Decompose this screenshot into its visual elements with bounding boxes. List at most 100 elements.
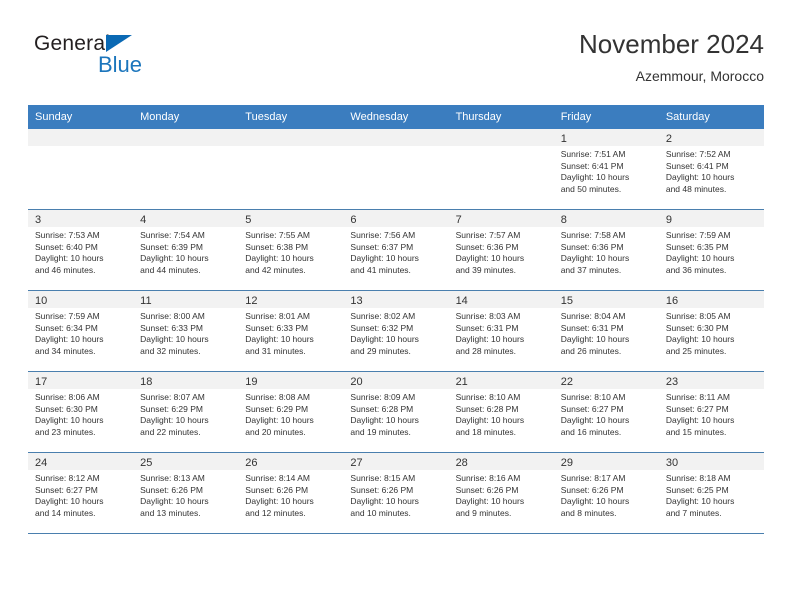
- day-details: Sunrise: 8:11 AM Sunset: 6:27 PM Daylight:…: [659, 389, 764, 438]
- calendar-cell-day[interactable]: 18 Sunrise: 8:07 AM Sunset: 6:29 PM Dayligh…: [133, 371, 239, 453]
- day-details: Sunrise: 8:02 AM Sunset: 6:32 PM Daylight:…: [343, 308, 448, 357]
- calendar-cell-day[interactable]: 7 Sunrise: 7:57 AM Sunset: 6:36 PM Daylight…: [448, 209, 554, 291]
- cell-inner: 7 Sunrise: 7:57 AM Sunset: 6:36 PM Daylight…: [448, 210, 554, 290]
- day-detail-line: Sunrise: 8:07 AM: [140, 392, 205, 402]
- calendar-page: General Blue November 2024 Azemmour, Mor…: [0, 0, 792, 612]
- day-detail-line: Sunset: 6:28 PM: [455, 403, 519, 414]
- logo-text-blue: Blue: [98, 52, 143, 77]
- cell-inner: 1 Sunrise: 7:51 AM Sunset: 6:41 PM Daylight…: [553, 129, 659, 209]
- day-details: Sunrise: 7:51 AM Sunset: 6:41 PM Daylight:…: [554, 146, 659, 195]
- calendar-cell-day[interactable]: 22 Sunrise: 8:10 AM Sunset: 6:27 PM Dayligh…: [553, 371, 659, 453]
- day-number-strip: 18: [133, 372, 239, 389]
- calendar-cell-day[interactable]: 1 Sunrise: 7:51 AM Sunset: 6:41 PM Daylight…: [553, 129, 659, 210]
- calendar-cell-day[interactable]: 16 Sunrise: 8:05 AM Sunset: 6:30 PM Dayligh…: [658, 290, 764, 372]
- day-number: 8: [560, 214, 567, 226]
- day-detail-line: Daylight: 10 hours: [350, 496, 419, 507]
- cell-inner: 25 Sunrise: 8:13 AM Sunset: 6:26 PM Dayligh…: [133, 453, 239, 533]
- day-number-strip: [28, 129, 134, 146]
- calendar-cell-day[interactable]: 4 Sunrise: 7:54 AM Sunset: 6:39 PM Daylight…: [133, 209, 239, 291]
- day-number-strip: 7: [448, 210, 554, 227]
- day-detail-line: and 29 minutes.: [350, 345, 411, 356]
- calendar-cell-day[interactable]: 26 Sunrise: 8:14 AM Sunset: 6:26 PM Dayligh…: [238, 452, 344, 534]
- day-detail-line: Sunset: 6:36 PM: [455, 241, 519, 252]
- day-number-strip: 4: [133, 210, 239, 227]
- calendar-cell-day[interactable]: 21 Sunrise: 8:10 AM Sunset: 6:28 PM Dayligh…: [448, 371, 554, 453]
- calendar-cell-day[interactable]: 17 Sunrise: 8:06 AM Sunset: 6:30 PM Dayligh…: [28, 371, 134, 453]
- cell-inner: 11 Sunrise: 8:00 AM Sunset: 6:33 PM Dayligh…: [133, 291, 239, 371]
- day-detail-line: and 9 minutes.: [455, 507, 512, 518]
- calendar-cell-day[interactable]: 8 Sunrise: 7:58 AM Sunset: 6:36 PM Daylight…: [553, 209, 659, 291]
- calendar-cell-day[interactable]: 19 Sunrise: 8:08 AM Sunset: 6:29 PM Dayligh…: [238, 371, 344, 453]
- calendar-cell-day[interactable]: 13 Sunrise: 8:02 AM Sunset: 6:32 PM Dayligh…: [343, 290, 449, 372]
- cell-inner: 18 Sunrise: 8:07 AM Sunset: 6:29 PM Dayligh…: [133, 372, 239, 452]
- calendar-cell-day[interactable]: 25 Sunrise: 8:13 AM Sunset: 6:26 PM Dayligh…: [133, 452, 239, 534]
- general-blue-logo[interactable]: General Blue: [34, 32, 214, 88]
- day-detail-line: and 41 minutes.: [350, 264, 411, 275]
- day-detail-line: Sunrise: 8:17 AM: [560, 473, 626, 483]
- day-detail-line: Daylight: 10 hours: [140, 415, 209, 426]
- day-detail-line: Daylight: 10 hours: [35, 334, 104, 345]
- day-detail-line: and 39 minutes.: [455, 264, 517, 275]
- day-detail-line: and 28 minutes.: [455, 345, 517, 356]
- day-number: 30: [665, 457, 679, 469]
- cell-inner: [28, 129, 134, 209]
- calendar-cell-day[interactable]: 27 Sunrise: 8:15 AM Sunset: 6:26 PM Dayligh…: [343, 452, 449, 534]
- calendar-cell-day[interactable]: 11 Sunrise: 8:00 AM Sunset: 6:33 PM Dayligh…: [133, 290, 239, 372]
- day-details: Sunrise: 8:15 AM Sunset: 6:26 PM Daylight:…: [343, 470, 448, 519]
- calendar-cell-day[interactable]: 3 Sunrise: 7:53 AM Sunset: 6:40 PM Daylight…: [28, 209, 134, 291]
- cell-inner: 5 Sunrise: 7:55 AM Sunset: 6:38 PM Daylight…: [238, 210, 344, 290]
- day-detail-line: Daylight: 10 hours: [665, 415, 735, 426]
- calendar-cell-day[interactable]: 28 Sunrise: 8:16 AM Sunset: 6:26 PM Dayligh…: [448, 452, 554, 534]
- calendar-cell-day[interactable]: 15 Sunrise: 8:04 AM Sunset: 6:31 PM Dayligh…: [553, 290, 659, 372]
- day-details: Sunrise: 7:54 AM Sunset: 6:39 PM Daylight:…: [133, 227, 238, 276]
- cell-inner: 6 Sunrise: 7:56 AM Sunset: 6:37 PM Daylight…: [343, 210, 449, 290]
- calendar-cell-day[interactable]: 29 Sunrise: 8:17 AM Sunset: 6:26 PM Dayligh…: [553, 452, 659, 534]
- calendar-week-row: 3 Sunrise: 7:53 AM Sunset: 6:40 PM Daylight…: [28, 209, 764, 291]
- calendar-cell-day[interactable]: 14 Sunrise: 8:03 AM Sunset: 6:31 PM Dayligh…: [448, 290, 554, 372]
- cell-inner: 28 Sunrise: 8:16 AM Sunset: 6:26 PM Dayligh…: [448, 453, 554, 533]
- day-detail-line: Sunset: 6:26 PM: [140, 484, 203, 495]
- day-details: Sunrise: 8:16 AM Sunset: 6:26 PM Daylight:…: [449, 470, 554, 519]
- calendar-body: 1 Sunrise: 7:51 AM Sunset: 6:41 PM Daylight…: [28, 129, 764, 534]
- day-details: Sunrise: 8:12 AM Sunset: 6:27 PM Daylight:…: [28, 470, 133, 519]
- day-number: 16: [665, 295, 679, 307]
- day-detail-line: Sunset: 6:35 PM: [665, 241, 729, 252]
- day-detail-line: Daylight: 10 hours: [665, 496, 735, 507]
- day-detail-line: Sunset: 6:39 PM: [140, 241, 203, 252]
- day-number: 14: [455, 295, 468, 307]
- day-detail-line: and 12 minutes.: [245, 507, 306, 518]
- day-detail-line: Sunset: 6:25 PM: [665, 484, 729, 495]
- day-number: 21: [455, 376, 468, 388]
- calendar-cell-day[interactable]: 30 Sunrise: 8:18 AM Sunset: 6:25 PM Dayligh…: [658, 452, 764, 534]
- day-detail-line: Sunrise: 8:06 AM: [35, 392, 100, 402]
- cell-inner: 19 Sunrise: 8:08 AM Sunset: 6:29 PM Dayligh…: [238, 372, 344, 452]
- calendar-cell-day[interactable]: 20 Sunrise: 8:09 AM Sunset: 6:28 PM Dayligh…: [343, 371, 449, 453]
- day-details: Sunrise: 8:13 AM Sunset: 6:26 PM Daylight:…: [133, 470, 238, 519]
- day-number: 29: [560, 457, 573, 469]
- day-detail-line: and 16 minutes.: [560, 426, 622, 437]
- calendar-cell-day[interactable]: 12 Sunrise: 8:01 AM Sunset: 6:33 PM Dayligh…: [238, 290, 344, 372]
- cell-inner: [343, 129, 449, 209]
- calendar-cell-day[interactable]: 9 Sunrise: 7:59 AM Sunset: 6:35 PM Daylight…: [658, 209, 764, 291]
- cell-inner: 9 Sunrise: 7:59 AM Sunset: 6:35 PM Daylight…: [658, 210, 764, 290]
- calendar-cell-day[interactable]: 6 Sunrise: 7:56 AM Sunset: 6:37 PM Daylight…: [343, 209, 449, 291]
- day-detail-line: Sunset: 6:26 PM: [455, 484, 519, 495]
- day-detail-line: and 26 minutes.: [560, 345, 622, 356]
- day-detail-line: and 14 minutes.: [35, 507, 96, 518]
- day-number: 3: [35, 214, 42, 226]
- day-detail-line: Daylight: 10 hours: [140, 496, 209, 507]
- calendar-cell-day[interactable]: 10 Sunrise: 7:59 AM Sunset: 6:34 PM Dayligh…: [28, 290, 134, 372]
- cell-inner: 13 Sunrise: 8:02 AM Sunset: 6:32 PM Dayligh…: [343, 291, 449, 371]
- day-number: 27: [350, 457, 363, 469]
- calendar-cell-day[interactable]: 5 Sunrise: 7:55 AM Sunset: 6:38 PM Daylight…: [238, 209, 344, 291]
- day-detail-line: and 19 minutes.: [350, 426, 411, 437]
- calendar-cell-day[interactable]: 24 Sunrise: 8:12 AM Sunset: 6:27 PM Dayligh…: [28, 452, 134, 534]
- day-detail-line: Sunset: 6:31 PM: [560, 322, 624, 333]
- calendar-cell-day[interactable]: 2 Sunrise: 7:52 AM Sunset: 6:41 PM Daylight…: [658, 129, 764, 210]
- day-number: 6: [350, 214, 357, 226]
- day-detail-line: and 48 minutes.: [665, 183, 727, 194]
- day-details: Sunrise: 7:59 AM Sunset: 6:34 PM Daylight:…: [28, 308, 133, 357]
- calendar-cell-day[interactable]: 23 Sunrise: 8:11 AM Sunset: 6:27 PM Dayligh…: [658, 371, 764, 453]
- cell-inner: 14 Sunrise: 8:03 AM Sunset: 6:31 PM Dayligh…: [448, 291, 554, 371]
- day-details: Sunrise: 7:53 AM Sunset: 6:40 PM Daylight:…: [28, 227, 133, 276]
